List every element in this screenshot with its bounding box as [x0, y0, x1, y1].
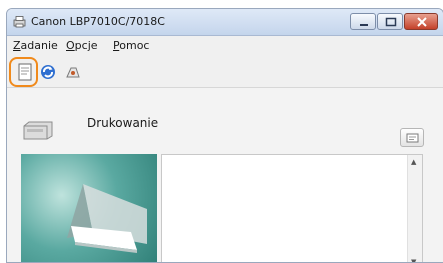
- notes-button[interactable]: [400, 128, 424, 147]
- status-label: Drukowanie: [87, 116, 159, 130]
- printer-tool-icon[interactable]: [63, 62, 83, 82]
- minimize-button[interactable]: [350, 13, 376, 30]
- maximize-button[interactable]: [377, 13, 403, 30]
- printing-animation-image: [21, 154, 157, 262]
- scroll-up-icon[interactable]: ▲: [411, 158, 416, 166]
- close-button[interactable]: [404, 13, 438, 30]
- title-bar[interactable]: Canon LBP7010C/7018C: [7, 9, 443, 36]
- minimize-icon: [360, 24, 368, 26]
- menu-pomoc[interactable]: Pomoc: [113, 39, 149, 52]
- maximize-icon: [385, 17, 397, 27]
- printer-icon: [23, 121, 53, 140]
- printer-paper-illustration: [67, 184, 147, 253]
- window-title: Canon LBP7010C/7018C: [31, 15, 165, 28]
- menu-opcje[interactable]: Opcje: [66, 39, 98, 52]
- close-icon: [417, 17, 427, 27]
- menu-bar: Zadanie Opcje Pomoc: [7, 36, 443, 57]
- printer-status-window: Canon LBP7010C/7018C Zadanie Opcje Pomoc: [6, 8, 443, 263]
- status-panel: Drukowanie ▲ ▼: [7, 88, 443, 262]
- toolbar: [7, 57, 443, 88]
- vertical-scrollbar[interactable]: ▲ ▼: [407, 155, 422, 262]
- refresh-icon[interactable]: [38, 62, 58, 82]
- status-message-box[interactable]: ▲ ▼: [161, 154, 423, 262]
- menu-zadanie[interactable]: Zadanie: [13, 39, 58, 52]
- printer-status-icon[interactable]: [15, 62, 35, 82]
- printer-app-icon: [13, 16, 26, 28]
- edit-notes-icon: [406, 133, 419, 143]
